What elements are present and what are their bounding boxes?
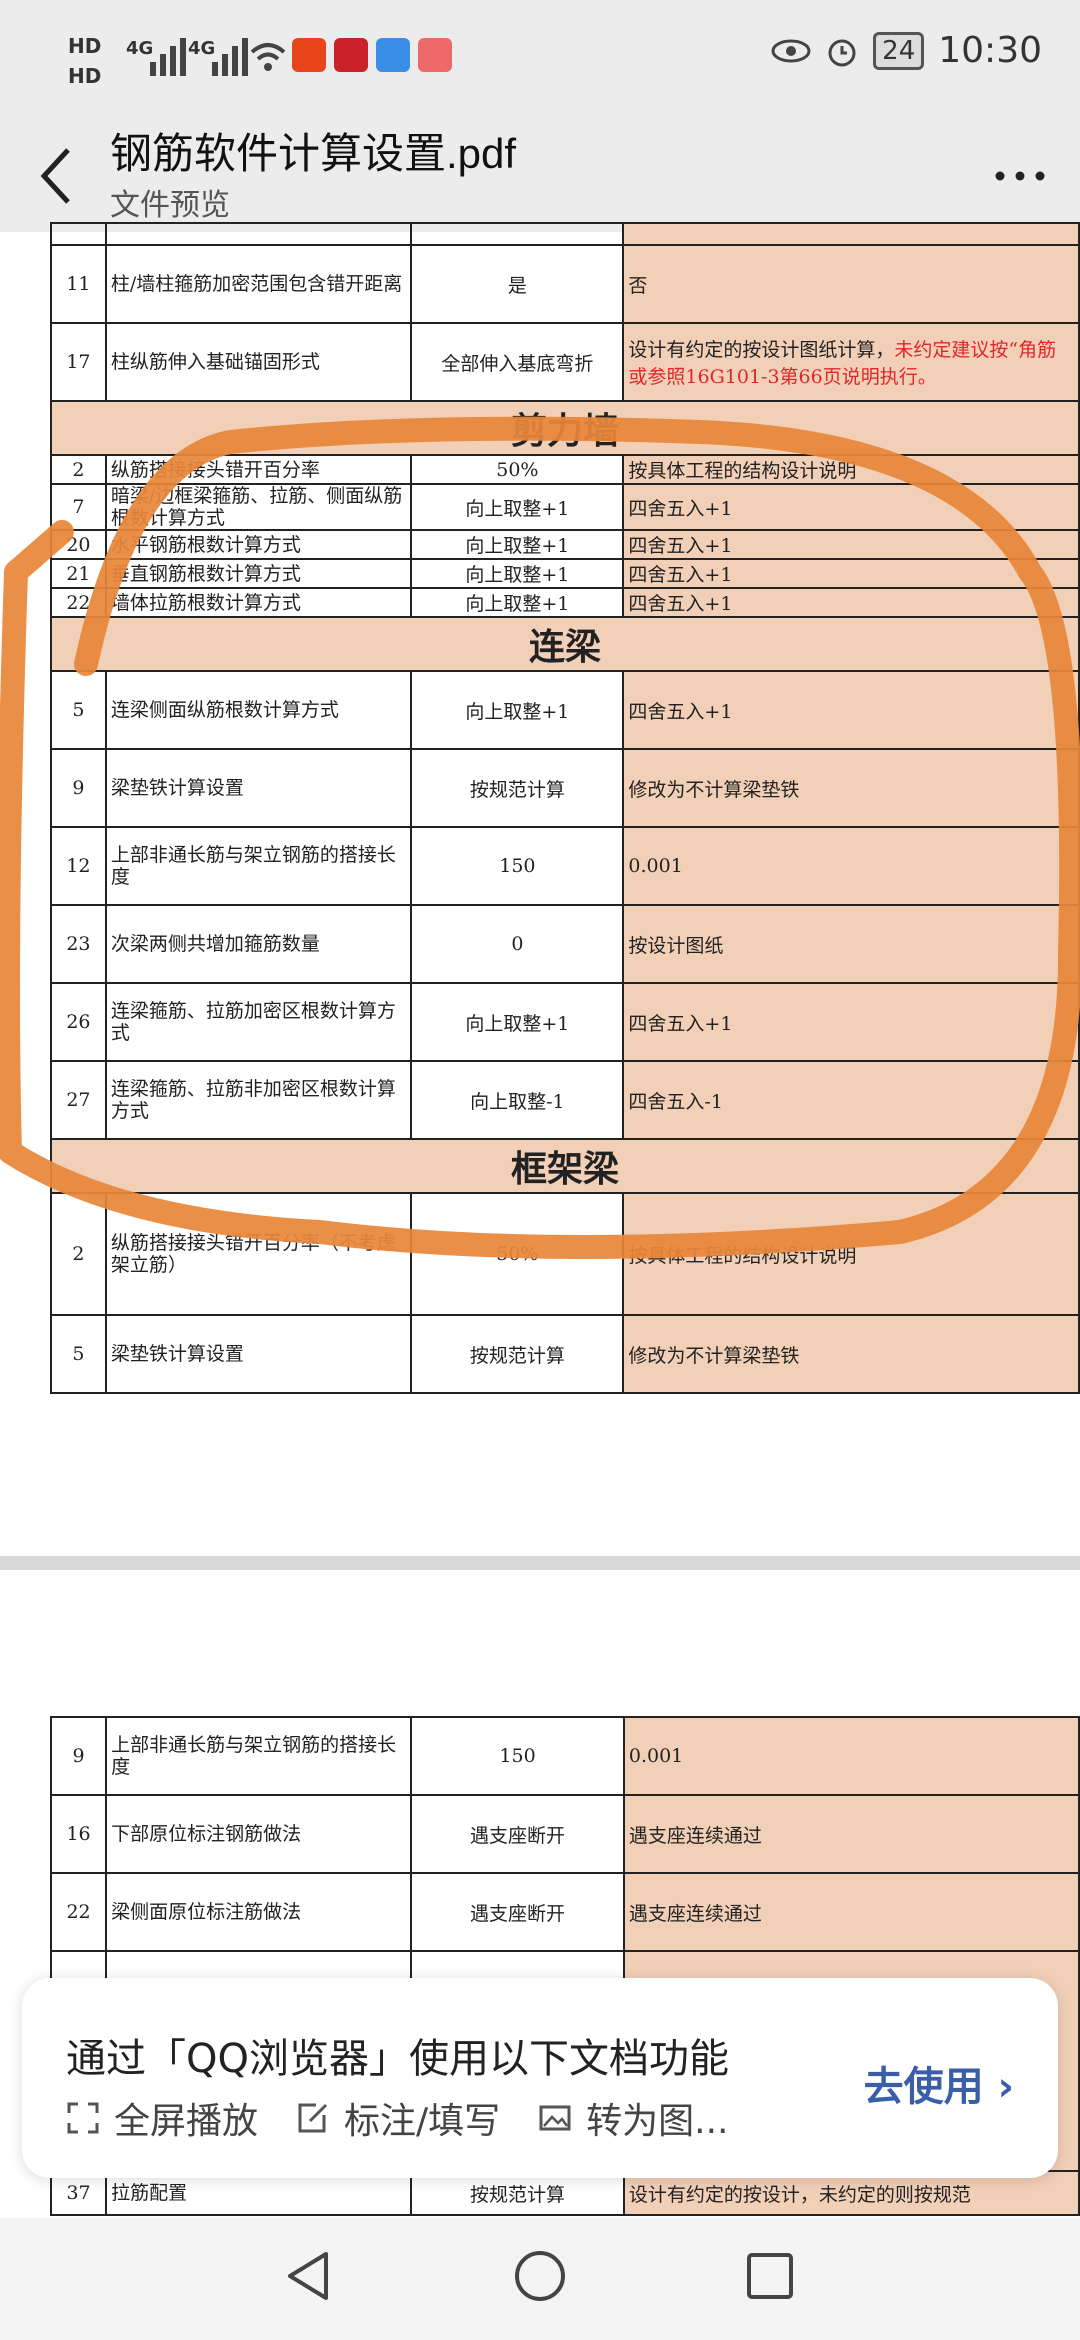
signal-icon bbox=[150, 36, 186, 76]
setting-name: 上部非通长筋与架立钢筋的搭接长度 bbox=[105, 1716, 413, 1796]
nav-back-icon[interactable] bbox=[280, 2246, 340, 2306]
banner-title: 通过「QQ浏览器」使用以下文档功能 bbox=[66, 2036, 729, 2082]
wifi-icon bbox=[250, 43, 286, 71]
feature-label: 转为图... bbox=[586, 2101, 729, 2142]
hand-drawn-circle-annotation bbox=[0, 416, 1080, 1259]
pdf-page-1[interactable]: 11 柱/墙柱箍筋加密范围包含错开距离 是 否 17 柱纵筋伸入基础锚固形式 全… bbox=[0, 222, 1080, 1556]
recommended-value: 遇支座连续通过 bbox=[622, 1872, 1080, 1952]
hd-indicator-2: HD bbox=[68, 64, 102, 88]
setting-name: 梁侧面原位标注筋做法 bbox=[105, 1872, 413, 1952]
banner-features: 全屏播放 标注/填写 转为图... bbox=[66, 2092, 729, 2144]
fullscreen-feature[interactable]: 全屏播放 bbox=[66, 2092, 258, 2144]
app-notification-icon bbox=[418, 38, 452, 72]
system-navigation-bar bbox=[0, 2218, 1080, 2340]
edit-icon bbox=[298, 2103, 328, 2133]
battery-icon: 24 bbox=[873, 31, 925, 70]
app-notification-icon bbox=[376, 38, 410, 72]
go-use-button[interactable]: 去使用 › bbox=[864, 2054, 1014, 2112]
convert-image-feature[interactable]: 转为图... bbox=[538, 2092, 729, 2144]
chevron-right-icon: › bbox=[997, 2064, 1014, 2110]
nav-recents-icon[interactable] bbox=[740, 2246, 800, 2306]
setting-name: 下部原位标注钢筋做法 bbox=[105, 1794, 413, 1874]
title-bar: 钢筋软件计算设置.pdf 文件预览 bbox=[0, 120, 1080, 232]
table-row: 16 下部原位标注钢筋做法 遇支座断开 遇支座连续通过 bbox=[49, 1794, 1080, 1874]
status-bar: HD HD 4G 4G 24 10:30 bbox=[0, 0, 1080, 120]
clock: 10:30 bbox=[938, 30, 1042, 71]
row-number: 22 bbox=[49, 1872, 108, 1952]
alarm-icon bbox=[828, 39, 856, 66]
more-options-icon[interactable] bbox=[990, 156, 1050, 196]
recommended-value: 遇支座连续通过 bbox=[622, 1794, 1080, 1874]
app-notification-icon bbox=[334, 38, 368, 72]
table-row: 9 上部非通长筋与架立钢筋的搭接长度 150 0.001 bbox=[49, 1716, 1080, 1796]
row-number: 9 bbox=[49, 1716, 108, 1796]
document-title: 钢筋软件计算设置.pdf bbox=[110, 130, 517, 177]
recommended-value: 0.001 bbox=[622, 1716, 1080, 1796]
back-arrow-icon[interactable] bbox=[38, 140, 98, 210]
fullscreen-icon bbox=[67, 2102, 99, 2134]
default-value: 遇支座断开 bbox=[410, 1794, 625, 1874]
feature-label: 标注/填写 bbox=[344, 2101, 501, 2142]
nav-home-icon[interactable] bbox=[510, 2246, 570, 2306]
go-use-label: 去使用 bbox=[863, 2064, 984, 2110]
default-value: 遇支座断开 bbox=[410, 1872, 625, 1952]
eye-icon bbox=[771, 39, 811, 62]
page-separator bbox=[0, 1556, 1080, 1570]
default-value: 150 bbox=[410, 1716, 625, 1796]
feature-label: 全屏播放 bbox=[114, 2101, 259, 2142]
hd-indicator-1: HD bbox=[68, 34, 102, 58]
row-number: 16 bbox=[49, 1794, 108, 1874]
signal-icon bbox=[212, 36, 248, 76]
status-right: 24 10:30 bbox=[771, 30, 1042, 71]
document-subtitle: 文件预览 bbox=[110, 188, 230, 223]
annotate-feature[interactable]: 标注/填写 bbox=[296, 2092, 500, 2144]
image-icon bbox=[539, 2105, 571, 2131]
table-row: 22 梁侧面原位标注筋做法 遇支座断开 遇支座连续通过 bbox=[49, 1872, 1080, 1952]
qq-browser-banner[interactable]: 通过「QQ浏览器」使用以下文档功能 全屏播放 标注/填写 转为图... 去使用 … bbox=[22, 1978, 1058, 2178]
app-notification-icon bbox=[292, 38, 326, 72]
